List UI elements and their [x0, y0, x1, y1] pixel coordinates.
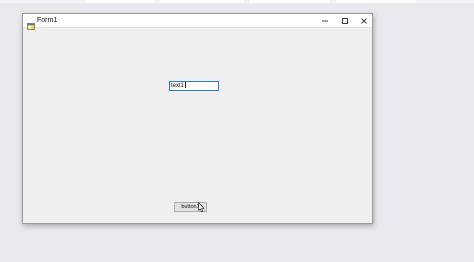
- minimize-icon: [322, 20, 328, 21]
- top-strip-segment: [85, 0, 155, 3]
- top-strip-segment: [250, 0, 330, 3]
- desktop-top-strip: [0, 0, 474, 3]
- textbox-value: text1: [171, 83, 185, 89]
- text-caret: [185, 82, 187, 88]
- window-title: Form1: [37, 17, 58, 24]
- minimize-button[interactable]: [315, 14, 335, 27]
- form-app-icon: [27, 17, 35, 30]
- close-icon: [361, 17, 367, 24]
- top-strip-segment: [160, 0, 244, 3]
- form1-window: Form1 text1 button1: [22, 13, 373, 224]
- close-button[interactable]: [354, 14, 374, 27]
- title-bar[interactable]: Form1: [23, 14, 374, 30]
- maximize-button[interactable]: [335, 14, 355, 27]
- form-client-area: text1 button1: [23, 28, 372, 223]
- top-strip-segment: [336, 0, 416, 3]
- button1-label: button1: [181, 204, 200, 210]
- button1[interactable]: button1: [174, 202, 207, 212]
- text1-textbox[interactable]: text1: [169, 81, 219, 91]
- maximize-icon: [342, 17, 348, 24]
